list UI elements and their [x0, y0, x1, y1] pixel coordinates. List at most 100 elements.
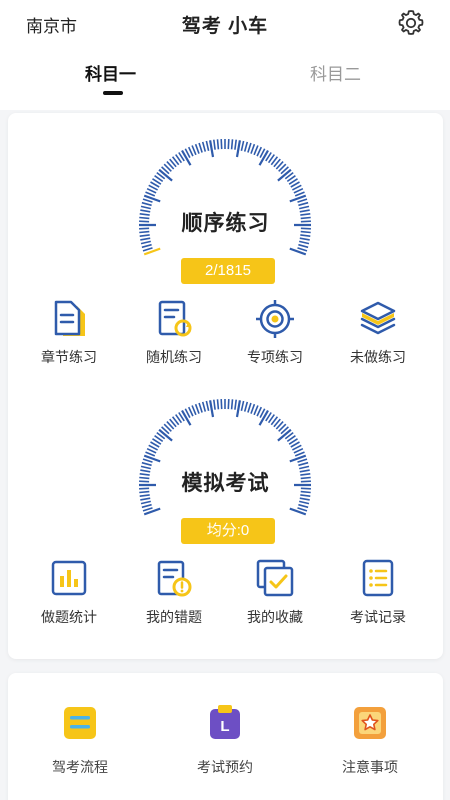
gauge-tick [191, 405, 197, 416]
gauge-tick [145, 191, 156, 197]
notice-label: 注意事项 [342, 759, 398, 775]
chapter-practice-label: 章节练习 [41, 349, 97, 365]
exam-records-label: 考试记录 [350, 609, 406, 625]
gauge-tick [243, 401, 249, 412]
statistics-icon [51, 560, 87, 596]
gauge-tick [234, 399, 237, 410]
undone-practice-icon [360, 301, 396, 335]
notice-button[interactable]: 注意事项 [310, 703, 430, 777]
statistics-button[interactable]: 做题统计 [19, 557, 119, 627]
gauge-tick [216, 399, 220, 410]
undone-practice-button[interactable]: 未做练习 [328, 297, 428, 367]
special-practice-label: 专项练习 [247, 349, 303, 365]
main-card: 顺序练习 2/1815 章节练习 随机练习 专项练习 未做练习 模拟考试 均分:… [8, 113, 443, 659]
gauge-tick [256, 406, 263, 417]
gauge-tick [250, 403, 256, 414]
gauge-tick [142, 198, 153, 203]
gauge-tick [247, 142, 252, 153]
gauge-tick [205, 140, 210, 151]
gauge-tick [220, 399, 223, 410]
random-practice-button[interactable]: 随机练习 [124, 297, 224, 367]
gauge-tick [294, 191, 305, 197]
tab-subject-one[interactable]: 科目一 [85, 60, 136, 85]
gauge-tick [209, 140, 215, 158]
exam-records-button[interactable]: 考试记录 [328, 557, 428, 627]
random-practice-label: 随机练习 [146, 349, 202, 365]
gauge-tick [201, 141, 207, 152]
gauge-tick [294, 451, 305, 457]
favorites-label: 我的收藏 [247, 609, 303, 625]
gauge-tick [227, 399, 230, 410]
favorites-icon [256, 559, 294, 597]
gauge-tick [253, 145, 259, 156]
gauge-tick [250, 143, 256, 154]
sequential-practice-title[interactable]: 顺序练习 [8, 207, 443, 237]
gauge-tick [142, 507, 153, 512]
gauge-tick [140, 240, 151, 245]
gauge-tick [298, 201, 309, 207]
gauge-tick [293, 187, 304, 194]
gauge-tick [140, 237, 151, 241]
gauge-tick [297, 198, 308, 203]
appointment-button[interactable]: L 考试预约 [165, 703, 285, 777]
gauge-tick [194, 403, 200, 414]
chapter-practice-button[interactable]: 章节练习 [19, 297, 119, 367]
gauge-tick [198, 142, 203, 153]
gauge-tick [198, 402, 203, 413]
gauge-tick [216, 139, 220, 150]
gauge-tick [256, 146, 263, 157]
header: 南京市 驾考 小车 科目一 科目二 [0, 0, 450, 110]
gauge-tick [297, 458, 308, 463]
gauge-tick [146, 447, 157, 454]
average-score-badge: 均分:0 [181, 518, 275, 544]
gauge-tick [299, 497, 310, 501]
gauge-tick [220, 139, 223, 150]
gauge-tick [253, 405, 259, 416]
gauge-tick [209, 400, 215, 418]
wrong-questions-button[interactable]: 我的错题 [124, 557, 224, 627]
gauge-tick [141, 461, 152, 467]
wrong-questions-icon [157, 560, 192, 597]
gauge-tick [140, 500, 151, 505]
gauge-tick [293, 447, 304, 454]
process-icon [64, 707, 96, 739]
process-label: 驾考流程 [52, 759, 108, 775]
gauge-tick [298, 503, 309, 509]
gauge-tick [299, 237, 310, 241]
gauge-tick [187, 406, 194, 417]
tab-subject-two[interactable]: 科目二 [310, 60, 361, 85]
gauge-tick [230, 399, 234, 410]
gauge-tick [298, 243, 309, 249]
gauge-tick [235, 400, 241, 418]
exam-records-icon [362, 559, 394, 597]
appointment-icon: L [210, 705, 240, 739]
mock-exam-title[interactable]: 模拟考试 [8, 467, 443, 497]
gauge-tick [213, 139, 216, 150]
gauge-tick [194, 143, 200, 154]
special-practice-button[interactable]: 专项练习 [225, 297, 325, 367]
favorites-button[interactable]: 我的收藏 [225, 557, 325, 627]
gear-icon[interactable] [396, 8, 426, 38]
gauge-tick [299, 240, 310, 245]
gauge-tick [297, 507, 308, 512]
appointment-label: 考试预约 [197, 759, 253, 775]
gauge-tick [213, 399, 216, 410]
gauge-tick [141, 243, 152, 249]
gauge-tick [191, 145, 197, 156]
gauge-tick [227, 139, 230, 150]
svg-text:L: L [220, 718, 229, 735]
gauge-tick [140, 497, 151, 501]
process-button[interactable]: 驾考流程 [20, 703, 140, 777]
gauge-tick [230, 139, 234, 150]
gauge-tick [205, 400, 210, 411]
gauge-tick [240, 400, 245, 411]
gauge-tick [243, 141, 249, 152]
special-practice-icon [256, 300, 294, 338]
gauge-tick [141, 503, 152, 509]
gauge-tick [298, 461, 309, 467]
app-title: 驾考 小车 [181, 16, 269, 37]
statistics-label: 做题统计 [41, 609, 97, 625]
gauge-tick [240, 140, 245, 151]
gauge-tick [145, 451, 156, 457]
notice-icon [354, 707, 386, 739]
